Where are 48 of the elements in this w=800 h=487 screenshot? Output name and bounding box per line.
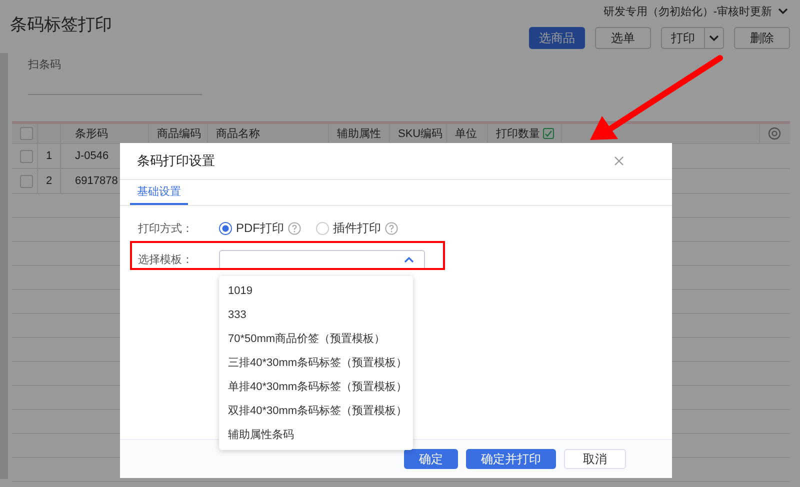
print-button[interactable]: 打印 (661, 27, 705, 49)
chevron-up-icon (404, 256, 414, 263)
checkbox[interactable] (20, 174, 33, 188)
dialog-title: 条码打印设置 (137, 152, 215, 170)
dialog-button[interactable]: 取消 (564, 449, 626, 469)
help-icon (385, 222, 398, 234)
help-icon (288, 222, 301, 234)
radio-label: 插件打印 (333, 220, 381, 236)
chevron-down-icon (778, 8, 788, 14)
field-label: 扫条码 (28, 58, 62, 72)
caret-icon (709, 34, 719, 42)
page-title: 条码标签打印 (10, 14, 112, 36)
column-header: 打印数量 (496, 127, 540, 141)
row-number: 1 (46, 150, 52, 162)
column-header: 商品名称 (216, 126, 260, 141)
settings-icon (768, 127, 781, 140)
field-label: 打印方式： (138, 222, 194, 236)
field-label: 选择模板： (138, 253, 194, 267)
dropdown-item[interactable]: 双排40*30mm条码标签（预置模板） (219, 398, 413, 422)
radio-button[interactable] (219, 222, 232, 234)
checkbox[interactable] (20, 127, 33, 140)
table-cell: J-0546 (75, 150, 109, 162)
table-cell: 6917878 (75, 175, 118, 187)
template-select[interactable] (219, 250, 425, 270)
edit-check-icon (543, 128, 554, 139)
toolbar-button[interactable]: 选单 (595, 27, 651, 49)
radio-label: PDF打印 (236, 220, 284, 236)
dropdown-item[interactable]: 辅助属性条码 (219, 422, 413, 446)
close-button[interactable] (614, 156, 624, 166)
toolbar-button[interactable]: 删除 (734, 27, 790, 49)
dropdown-item[interactable]: 70*50mm商品价签（预置模板） (219, 326, 413, 350)
column-header: SKU编码 (398, 127, 443, 141)
dialog-button[interactable]: 确定并打印 (466, 449, 556, 469)
radio-button[interactable] (316, 222, 329, 234)
dropdown-button[interactable] (705, 27, 724, 49)
close-icon (614, 156, 624, 166)
column-header: 商品编码 (157, 126, 201, 141)
row-number: 2 (46, 175, 52, 187)
dropdown-item[interactable]: 1019 (219, 278, 413, 302)
dropdown-item[interactable]: 333 (219, 302, 413, 326)
column-header: 条形码 (75, 127, 108, 141)
dropdown-item[interactable]: 单排40*30mm条码标签（预置模板） (219, 374, 413, 398)
checkbox[interactable] (20, 150, 33, 162)
dropdown-item[interactable]: 三排40*30mm条码标签（预置模板） (219, 350, 413, 374)
dialog-button[interactable]: 确定 (404, 449, 458, 469)
column-header: 辅助属性 (337, 127, 381, 141)
tab[interactable]: 基础设置 (130, 180, 188, 205)
column-header: 单位 (455, 127, 477, 141)
